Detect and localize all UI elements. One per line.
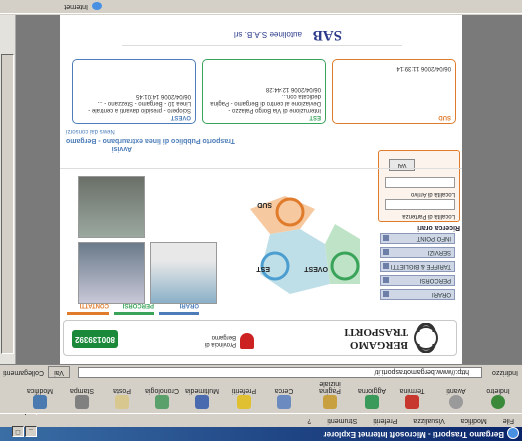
window-title: Bergamo Trasporti - Microsoft Internet E… (323, 430, 504, 439)
zone-map (250, 196, 360, 294)
back-button[interactable]: Indietro (478, 381, 518, 411)
from-label: Località di Partenza (402, 213, 455, 219)
nav-square-icon (383, 235, 389, 241)
map-label-est: EST (256, 265, 270, 272)
status-bar: Internet (0, 0, 522, 14)
provincia-crest-icon (240, 333, 254, 349)
mail-icon (115, 395, 129, 409)
history-button[interactable]: Cronologia (142, 381, 182, 411)
nav-square-icon (383, 277, 389, 283)
address-label: Indirizzo (491, 369, 518, 376)
sab-text: autolinee S.A.B. srl (233, 30, 302, 39)
nav-info-point[interactable]: INFO POINT (380, 233, 455, 244)
menu-strumenti[interactable]: Strumenti (327, 417, 357, 424)
mail-button[interactable]: Posta (102, 381, 142, 411)
search-icon (277, 395, 291, 409)
menu-preferiti[interactable]: Preferiti (373, 417, 397, 424)
minimize-button[interactable]: _ (25, 426, 37, 437)
sab-brand: SAB (312, 27, 342, 43)
site-header: BERGAMO TRASPORTI Provincia di Bergamo 8… (63, 320, 457, 356)
logo-bottom-text: TRASPORTI (344, 326, 408, 338)
history-icon (155, 395, 169, 409)
scrollbar-thumb[interactable] (1, 54, 14, 354)
edit-icon (33, 395, 47, 409)
search-go-button[interactable]: VAI (389, 159, 415, 171)
provincia-label: Provincia di Bergamo (204, 334, 236, 347)
menu-bar: File Modifica Visualizza Preferiti Strum… (0, 415, 522, 426)
refresh-icon (365, 395, 379, 409)
news-section-sub: News dai consorzi (66, 128, 115, 134)
status-zone: Internet (64, 3, 88, 10)
logo-top-text: BERGAMO (349, 339, 408, 351)
nav-square-icon (383, 249, 389, 255)
maximize-button[interactable]: □ (12, 426, 24, 437)
favorites-button[interactable]: Preferiti (224, 381, 264, 411)
news-card-sud[interactable]: SUD 06/04/2006 11:39:14 (332, 59, 456, 124)
edit-button[interactable]: Modifica (20, 381, 60, 411)
window-controls: _□× (2, 412, 38, 439)
print-button[interactable]: Stampa (62, 381, 102, 411)
bus-photo-2 (78, 242, 145, 304)
news-text: Interruzione di Via Borgo Palazzo - Devi… (210, 93, 321, 113)
stop-button[interactable]: Termina (392, 381, 432, 411)
map-label-ovest: OVEST (304, 265, 328, 272)
news-date: 06/04/2006 12:44:28 (265, 86, 321, 92)
back-arrow-icon (491, 395, 505, 409)
page-margin-left (462, 15, 522, 364)
nav-servizi[interactable]: SERVIZI (380, 247, 455, 258)
home-icon (323, 395, 337, 409)
news-section-label: Avvisi (111, 145, 132, 152)
title-bar: Bergamo Trasporti - Microsoft Internet E… (0, 412, 522, 441)
nav-orari[interactable]: ORARI (380, 289, 455, 300)
nav-percorsi[interactable]: PERCORSI (380, 275, 455, 286)
arrival-input[interactable] (385, 177, 455, 188)
media-button[interactable]: Multimedia (182, 381, 222, 411)
map-label-sud: SUD (257, 201, 272, 208)
news-card-est[interactable]: EST Interruzione di Via Borgo Palazzo - … (202, 59, 326, 124)
forward-button[interactable]: Avanti (436, 381, 476, 411)
to-label: Località di Arrivo (410, 191, 455, 197)
go-button[interactable]: Vai (48, 366, 70, 378)
internet-explorer-icon (507, 427, 519, 439)
bergamo-trasporti-logo-icon (414, 323, 438, 353)
map-zone-est[interactable] (260, 229, 330, 294)
refresh-button[interactable]: Aggiorna (352, 381, 392, 411)
printer-icon (75, 395, 89, 409)
news-zone-ovest: OVEST (170, 114, 191, 120)
divider (60, 168, 462, 169)
nav-square-icon (383, 291, 389, 297)
sponsor-banner[interactable]: SAB autolinee S.A.B. srl (122, 25, 402, 46)
news-text: Sciopero - presidio davanti a centrale -… (88, 100, 191, 113)
news-card-ovest[interactable]: OVEST Sciopero - presidio davanti a cent… (72, 59, 196, 124)
search-title: Ricerca orari (417, 224, 460, 231)
media-icon (195, 395, 209, 409)
web-page: BERGAMO TRASPORTI Provincia di Bergamo 8… (60, 15, 462, 364)
news-section-title: Trasporto Pubblico di linea extraurbano … (66, 137, 235, 144)
stop-icon (405, 395, 419, 409)
forward-arrow-icon (449, 395, 463, 409)
internet-zone-icon (92, 2, 102, 10)
toolbar: Indietro Avanti Termina Aggiorna Pagina … (0, 379, 522, 414)
menu-help[interactable]: ? (307, 417, 311, 424)
nav-square-icon (383, 263, 389, 269)
links-label[interactable]: Collegamenti (3, 365, 44, 380)
search-box: Località di Partenza Località di Arrivo … (378, 150, 460, 222)
phone-number-badge[interactable]: 800139392 (72, 330, 118, 348)
bus-photo-3 (78, 176, 145, 238)
search-button[interactable]: Cerca (264, 381, 304, 411)
vertical-scrollbar[interactable] (0, 15, 16, 364)
home-button[interactable]: Pagina iniziale (310, 380, 350, 411)
news-zone-sud: SUD (438, 114, 451, 120)
news-date: 06/04/2006 14:01:45 (135, 93, 191, 99)
menu-visualizza[interactable]: Visualizza (413, 417, 444, 424)
menu-modifica[interactable]: Modifica (461, 417, 487, 424)
bus-photo-1 (150, 242, 217, 304)
nav-tariffe-biglietti[interactable]: TARIFFE & BIGLIETTI (380, 261, 455, 272)
url-input[interactable]: http://www.bergamotrasporti.it/ (78, 367, 482, 378)
departure-input[interactable] (385, 199, 455, 210)
news-date: 06/04/2006 11:39:14 (396, 65, 451, 71)
star-icon (237, 395, 251, 409)
menu-file[interactable]: File (503, 417, 514, 424)
news-zone-est: EST (309, 114, 321, 120)
